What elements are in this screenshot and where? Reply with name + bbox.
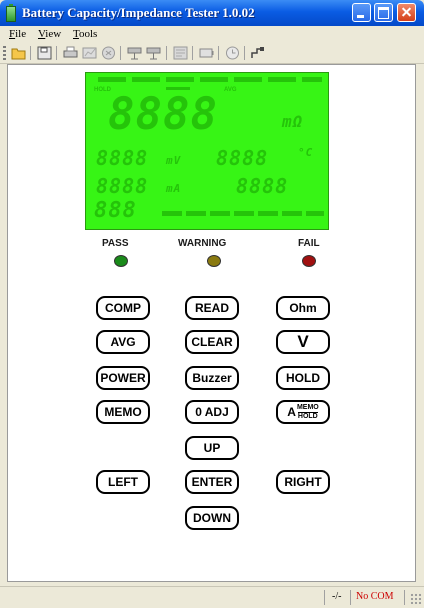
- open-folder-icon[interactable]: [11, 46, 26, 60]
- close-button[interactable]: [397, 3, 416, 22]
- buzzer-button[interactable]: Buzzer: [185, 366, 239, 390]
- toolbar-separator: [166, 46, 167, 60]
- lcd-segment: [210, 211, 230, 216]
- lcd-segment: [234, 211, 254, 216]
- lcd-ma-unit: mA: [166, 182, 182, 195]
- fail-led-icon: [302, 255, 316, 267]
- minimize-button[interactable]: [352, 3, 371, 22]
- lcd-segment: [200, 77, 228, 82]
- menu-bar: File View Tools: [0, 26, 424, 43]
- warning-label: WARNING: [178, 238, 227, 249]
- fail-label: FAIL: [298, 238, 320, 249]
- lcd-segment: [282, 211, 302, 216]
- lcd-segment: [302, 77, 322, 82]
- menu-file[interactable]: File: [9, 28, 26, 40]
- lcd-segment: [258, 211, 278, 216]
- read-button[interactable]: READ: [185, 296, 239, 320]
- lcd-mv-digits: 8888: [96, 146, 149, 170]
- menu-view[interactable]: View: [38, 28, 61, 40]
- lcd-segment: [162, 211, 182, 216]
- toolbar: [0, 43, 424, 64]
- report-icon[interactable]: [173, 46, 188, 60]
- lcd-segment: [268, 77, 296, 82]
- lcd-main-digits: 8888: [108, 89, 218, 140]
- clear-button[interactable]: CLEAR: [185, 330, 239, 354]
- lcd-main-unit: mΩ: [282, 112, 304, 131]
- enter-button[interactable]: ENTER: [185, 470, 239, 494]
- memo-hold-fraction: MEMO HOLD: [297, 404, 319, 421]
- status-separator: [404, 590, 405, 605]
- memo-button[interactable]: MEMO: [96, 400, 150, 424]
- status-pane-progress: -/-: [332, 591, 342, 602]
- toolbar-grip[interactable]: [3, 46, 6, 60]
- toolbar-separator: [30, 46, 31, 60]
- meter2-icon[interactable]: [146, 46, 161, 60]
- lcd-ma-digits: 8888: [96, 174, 149, 198]
- toolbar-separator: [218, 46, 219, 60]
- power-button[interactable]: POWER: [96, 366, 150, 390]
- ohm-button[interactable]: Ohm: [276, 296, 330, 320]
- toolbar-separator: [244, 46, 245, 60]
- clock-icon[interactable]: [225, 46, 240, 60]
- memo-label: MEMO: [296, 403, 319, 411]
- up-button[interactable]: UP: [185, 436, 239, 460]
- resize-grip-icon[interactable]: [410, 593, 421, 604]
- a-label: A: [287, 405, 296, 419]
- status-com-port: No COM: [356, 591, 394, 602]
- lcd-mv-unit: mV: [166, 154, 182, 167]
- lcd-segment: [132, 77, 160, 82]
- warning-led-icon: [207, 255, 221, 267]
- stop-icon[interactable]: [101, 46, 116, 60]
- hold-button[interactable]: HOLD: [276, 366, 330, 390]
- toolbar-separator: [120, 46, 121, 60]
- connect-icon[interactable]: [250, 46, 265, 60]
- menu-tools[interactable]: Tools: [73, 28, 97, 40]
- meter-icon[interactable]: [127, 46, 142, 60]
- zero-adj-button[interactable]: 0 ADJ: [185, 400, 239, 424]
- lcd-segment: [186, 211, 206, 216]
- hold-label: HOLD: [297, 411, 318, 420]
- save-icon[interactable]: [37, 46, 52, 60]
- toolbar-separator: [56, 46, 57, 60]
- print-icon[interactable]: [63, 46, 78, 60]
- lcd-temp-unit: °C: [298, 146, 314, 159]
- pass-label: PASS: [102, 238, 129, 249]
- lcd-bottom-digits: 888: [94, 198, 137, 223]
- v-button[interactable]: V: [276, 330, 330, 354]
- window-title: Battery Capacity/Impedance Tester 1.0.02: [22, 5, 255, 20]
- status-separator: [324, 590, 325, 605]
- lcd-segment: [234, 77, 262, 82]
- toolbar-separator: [192, 46, 193, 60]
- lcd-temp-digits: 8888: [216, 146, 269, 170]
- lcd-display: HOLD AVG 8888 mΩ 8888 mV 8888 °C 8888 mA…: [85, 72, 329, 230]
- lcd-segment: [306, 211, 324, 216]
- left-button[interactable]: LEFT: [96, 470, 150, 494]
- right-button[interactable]: RIGHT: [276, 470, 330, 494]
- lcd-avg-label: AVG: [224, 87, 237, 93]
- title-bar: Battery Capacity/Impedance Tester 1.0.02: [0, 0, 424, 26]
- maximize-button[interactable]: [374, 3, 393, 22]
- lcd-right-digits: 8888: [236, 174, 289, 198]
- lcd-segment: [166, 77, 194, 82]
- pass-led-icon: [114, 255, 128, 267]
- battery-icon[interactable]: [199, 46, 214, 60]
- status-bar: -/- No COM: [0, 586, 424, 608]
- comp-button[interactable]: COMP: [96, 296, 150, 320]
- lcd-segment: [98, 77, 126, 82]
- avg-button[interactable]: AVG: [96, 330, 150, 354]
- a-memo-hold-label: A MEMO HOLD: [287, 404, 318, 421]
- down-button[interactable]: DOWN: [185, 506, 239, 530]
- a-memo-hold-button[interactable]: A MEMO HOLD: [276, 400, 330, 424]
- battery-app-icon: [6, 4, 16, 22]
- chart-icon[interactable]: [82, 46, 97, 60]
- status-separator: [350, 590, 351, 605]
